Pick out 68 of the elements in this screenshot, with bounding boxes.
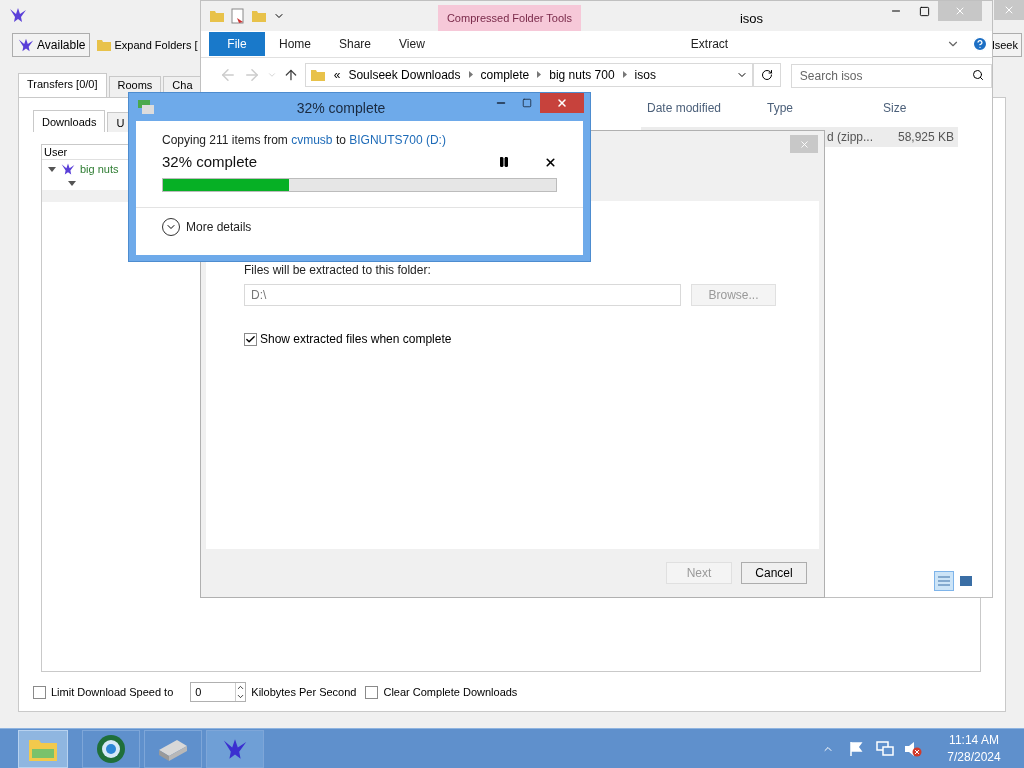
dialog-title: 32% complete bbox=[295, 99, 387, 118]
folder-icon bbox=[209, 8, 225, 24]
separator-icon[interactable] bbox=[537, 71, 542, 78]
spin-down-icon[interactable] bbox=[236, 692, 246, 701]
more-details-link[interactable]: More details bbox=[186, 217, 252, 236]
flag-icon[interactable] bbox=[848, 740, 864, 757]
checkbox[interactable] bbox=[244, 332, 257, 346]
spin-up-icon[interactable] bbox=[236, 683, 246, 692]
expand-icon[interactable] bbox=[48, 165, 56, 173]
scanner-icon[interactable] bbox=[144, 729, 202, 768]
prompt-text: Files will be extracted to this folder: bbox=[244, 262, 432, 279]
progress-status: 32% complete bbox=[162, 152, 258, 172]
tab[interactable]: Downloads bbox=[33, 110, 106, 132]
window-title: isos bbox=[738, 10, 765, 28]
refresh-icon[interactable] bbox=[752, 62, 781, 87]
breadcrumb-item[interactable]: complete bbox=[480, 65, 530, 84]
search-field[interactable]: Search isos bbox=[790, 63, 992, 88]
breadcrumb-item[interactable]: Soulseek Downloads bbox=[348, 65, 461, 84]
checkbox-label: Clear Complete Downloads bbox=[383, 684, 518, 700]
copy-icon bbox=[138, 100, 154, 114]
file-size: 58,925 KB bbox=[897, 129, 954, 146]
column-header[interactable]: Size bbox=[877, 99, 957, 117]
list-icon bbox=[938, 576, 950, 586]
separator-icon[interactable] bbox=[622, 71, 627, 78]
browser-icon[interactable] bbox=[82, 729, 140, 768]
toolbar-button[interactable]: lseek bbox=[991, 33, 1022, 57]
ribbon-tab[interactable]: Home bbox=[265, 32, 325, 56]
expand-icon[interactable] bbox=[68, 179, 76, 187]
ribbon-tab[interactable]: File bbox=[209, 32, 265, 56]
tab[interactable]: Transfers [0/0] bbox=[18, 73, 107, 97]
copy-message: Copying 211 items from cvmusb to BIGNUTS700 (D:) bbox=[162, 132, 447, 149]
user-name[interactable]: big nuts bbox=[80, 160, 119, 178]
ribbon-tab[interactable]: Extract bbox=[638, 32, 781, 56]
ribbon-tab[interactable]: View bbox=[385, 32, 439, 56]
help-icon[interactable] bbox=[972, 36, 988, 52]
close-icon[interactable] bbox=[540, 93, 584, 113]
separator-icon[interactable] bbox=[468, 71, 473, 78]
tile-icon bbox=[960, 576, 972, 586]
network-icon[interactable] bbox=[876, 740, 894, 757]
unit-label: Kilobytes Per Second bbox=[251, 684, 357, 700]
speed-spinbox[interactable]: 0 bbox=[190, 682, 247, 702]
muted-speaker-icon[interactable] bbox=[904, 740, 922, 757]
column-header[interactable]: Date modified bbox=[641, 99, 761, 117]
expand-folders-button[interactable]: Expand Folders [ bbox=[96, 33, 198, 57]
checkbox[interactable] bbox=[365, 685, 379, 699]
file-type: d (zipp... bbox=[827, 129, 874, 146]
folder-icon bbox=[96, 37, 113, 53]
checkbox[interactable] bbox=[33, 685, 46, 699]
pause-icon[interactable] bbox=[498, 156, 510, 169]
breadcrumb-item[interactable]: big nuts 700 bbox=[549, 65, 615, 84]
properties-icon[interactable] bbox=[231, 8, 245, 24]
checkbox-label: Limit Download Speed to bbox=[51, 684, 174, 700]
destination-link[interactable]: BIGNUTS700 (D:) bbox=[349, 133, 446, 147]
bird-app-icon[interactable] bbox=[206, 729, 264, 768]
new-folder-icon bbox=[251, 8, 267, 24]
status-button[interactable]: Available bbox=[12, 33, 91, 57]
breadcrumb-item[interactable]: « bbox=[333, 65, 341, 84]
column-header[interactable]: Type bbox=[761, 99, 877, 117]
ribbon-tab[interactable]: Share bbox=[325, 32, 386, 56]
contextual-tab-group: Compressed Folder Tools bbox=[438, 5, 581, 31]
address-bar[interactable]: « Soulseek Downloads complete big nuts 700 isos bbox=[304, 62, 753, 87]
source-link[interactable]: cvmusb bbox=[291, 133, 333, 147]
cancel-icon[interactable] bbox=[544, 155, 557, 169]
wizard-button[interactable]: Cancel bbox=[741, 562, 807, 584]
breadcrumb-item[interactable]: isos bbox=[634, 65, 656, 84]
checkbox-label: Show extracted files when complete bbox=[260, 331, 452, 348]
search-icon[interactable] bbox=[972, 68, 984, 81]
path-field[interactable]: D:\ bbox=[244, 284, 681, 306]
